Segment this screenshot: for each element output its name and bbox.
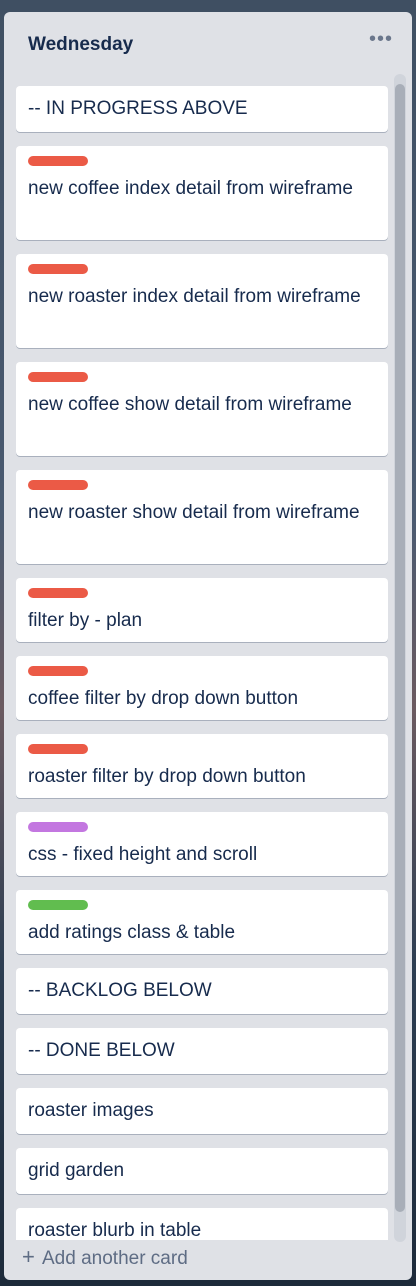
card-title: add ratings class & table (28, 922, 236, 943)
card[interactable]: new roaster show detail from wireframe (16, 470, 388, 564)
scrollbar[interactable] (394, 74, 406, 1242)
add-card-button[interactable]: + Add another card (12, 1242, 382, 1272)
card[interactable]: new coffee index detail from wireframe (16, 146, 388, 240)
card[interactable]: grid garden (16, 1148, 388, 1194)
list-wednesday: Wednesday ••• -- IN PROGRESS ABOVE new c… (4, 12, 412, 1280)
card-label-red (28, 264, 88, 274)
card-label-red (28, 744, 88, 754)
card-title: new coffee show detail from wireframe (28, 394, 352, 415)
card-label-red (28, 480, 88, 490)
card[interactable]: roaster images (16, 1088, 388, 1134)
card[interactable]: roaster blurb in table (16, 1208, 388, 1240)
card-title: coffee filter by drop down button (28, 688, 299, 709)
card-title: css - fixed height and scroll (28, 844, 258, 865)
card[interactable]: css - fixed height and scroll (16, 812, 388, 876)
card-title: -- BACKLOG BELOW (28, 980, 212, 1001)
scrollbar-thumb[interactable] (395, 84, 405, 1212)
list-header: Wednesday ••• (4, 12, 412, 74)
card[interactable]: roaster filter by drop down button (16, 734, 388, 798)
card-label-red (28, 372, 88, 382)
card-label-red (28, 588, 88, 598)
card[interactable]: new roaster index detail from wireframe (16, 254, 388, 348)
card-label-green (28, 900, 88, 910)
card-title: -- IN PROGRESS ABOVE (28, 98, 248, 119)
card[interactable]: coffee filter by drop down button (16, 656, 388, 720)
card[interactable]: new coffee show detail from wireframe (16, 362, 388, 456)
card-title: filter by - plan (28, 610, 143, 631)
card-title: new roaster show detail from wireframe (28, 502, 360, 523)
plus-icon: + (22, 1244, 35, 1269)
card-title: new coffee index detail from wireframe (28, 178, 353, 199)
card-title: -- DONE BELOW (28, 1040, 175, 1061)
more-horizontal-icon[interactable]: ••• (368, 29, 394, 54)
card-list: -- IN PROGRESS ABOVE new coffee index de… (16, 74, 388, 1240)
card-label-red (28, 156, 88, 166)
card[interactable]: filter by - plan (16, 578, 388, 642)
add-card-label: Add another card (42, 1248, 188, 1269)
card[interactable]: -- DONE BELOW (16, 1028, 388, 1074)
card-label-purple (28, 822, 88, 832)
card[interactable]: -- IN PROGRESS ABOVE (16, 86, 388, 132)
card[interactable]: add ratings class & table (16, 890, 388, 954)
card-title: roaster images (28, 1100, 154, 1121)
card-title: roaster blurb in table (28, 1220, 202, 1240)
card-title: roaster filter by drop down button (28, 766, 306, 787)
card-label-red (28, 666, 88, 676)
card-title: grid garden (28, 1160, 125, 1181)
card-title: new roaster index detail from wireframe (28, 286, 361, 307)
list-title[interactable]: Wednesday (28, 34, 133, 56)
card[interactable]: -- BACKLOG BELOW (16, 968, 388, 1014)
